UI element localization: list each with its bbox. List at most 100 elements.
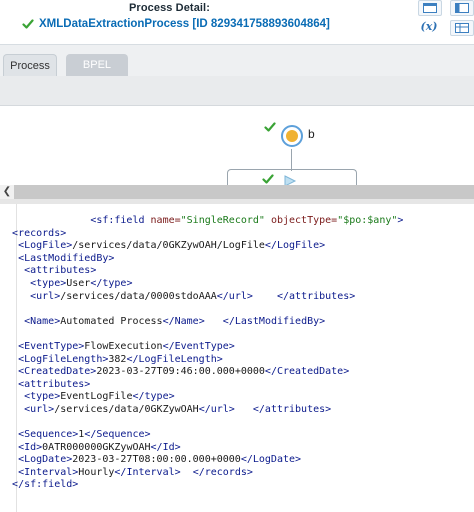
code-token: </Id> (150, 441, 181, 453)
code-token: </Name> (162, 315, 205, 327)
code-line: <LogFileLength>382</LogFileLength> (0, 354, 474, 367)
check-icon (262, 174, 274, 184)
code-token: <CreatedDate> (18, 366, 97, 378)
code-token: <Name> (24, 315, 61, 327)
code-line: </sf:field> (0, 479, 474, 492)
data-button[interactable] (450, 20, 474, 36)
code-token: "SingleRecord" (180, 215, 265, 226)
code-token: </LogFileLength> (126, 353, 223, 365)
code-line: <records> (0, 228, 474, 241)
code-token: <LogDate> (18, 454, 73, 466)
code-line: <Name>Automated Process</Name> </LastMod… (0, 316, 474, 329)
code-token: /services/data/0GKZywOAH (54, 403, 199, 415)
header: Process Detail: XMLDataExtractionProcess… (0, 0, 474, 44)
code-token: <url> (24, 403, 55, 415)
code-token: <EventType> (18, 340, 85, 352)
code-line: <attributes> (0, 265, 474, 278)
code-token: </Interval> (114, 466, 181, 478)
code-token: <Interval> (18, 466, 79, 478)
code-token: 2023-03-27T09:46:00.000+0000 (96, 366, 265, 378)
window-button[interactable] (418, 0, 442, 16)
code-token: </attributes> (252, 403, 332, 415)
code-token: <LogFile> (18, 240, 73, 252)
tab-bpel[interactable]: BPEL (66, 54, 128, 77)
code-line: <url>/services/data/0GKZywOAH</url> </at… (0, 404, 474, 417)
page-title: Process Detail: (129, 2, 210, 14)
panel-button[interactable] (450, 0, 474, 16)
table-icon (455, 23, 469, 33)
code-token: <Sequence> (18, 429, 79, 441)
code-token: 2023-03-27T08:00:00.000+0000 (72, 454, 241, 466)
code-token: name= (150, 215, 181, 226)
code-line: <type>User</type> (0, 278, 474, 291)
code-token: "$po:$any" (337, 215, 398, 226)
code-token: 0ATR000000GKZywOAH (42, 441, 151, 453)
variables-button[interactable]: (x) (416, 18, 442, 36)
check-icon (22, 19, 34, 29)
code-token: <type> (24, 391, 61, 403)
scroll-left-arrow-icon[interactable]: ❮ (0, 185, 14, 199)
code-token: </type> (90, 277, 133, 289)
xml-code-panel[interactable]: <sf:field name="SingleRecord" objectType… (0, 199, 474, 512)
code-line: <LastModifiedBy> (0, 253, 474, 266)
code-token: 382 (108, 353, 127, 365)
code-token: </EventType> (162, 340, 235, 352)
code-token: FlowExecution (84, 340, 163, 352)
code-token: <attributes> (18, 378, 91, 390)
code-token: EventLogFile (60, 391, 133, 403)
tab-process[interactable]: Process (3, 54, 57, 77)
connector-line (291, 149, 292, 171)
code-token: <records> (12, 227, 67, 239)
code-token: </LogFile> (264, 240, 326, 252)
code-line: <sf:field name="SingleRecord" objectType… (0, 215, 474, 228)
code-token: objectType= (264, 215, 338, 226)
code-token: Hourly (78, 466, 115, 478)
scrollbar-thumb[interactable] (14, 185, 474, 199)
horizontal-scrollbar[interactable]: ❮ (0, 185, 474, 199)
code-token: Automated Process (60, 315, 163, 327)
code-token: <url> (30, 290, 61, 302)
code-token: User (66, 277, 91, 289)
code-token: /services/data/0000stdoAAA (60, 290, 217, 302)
code-line: <LogDate>2023-03-27T08:00:00.000+0000</L… (0, 454, 474, 467)
code-token: </attributes> (276, 290, 356, 302)
code-token: <LastModifiedBy> (18, 252, 115, 264)
code-token: <attributes> (24, 265, 97, 277)
code-token: <Id> (18, 441, 43, 453)
process-detail-window: Process Detail: XMLDataExtractionProcess… (0, 0, 474, 512)
code-line: <LogFile>/services/data/0GKZywOAH/LogFil… (0, 240, 474, 253)
code-line: <EventType>FlowExecution</EventType> (0, 341, 474, 354)
code-line: <Interval>Hourly</Interval> </records> (0, 467, 474, 480)
code-token: </LogDate> (240, 454, 302, 466)
start-node[interactable] (281, 125, 303, 147)
code-token: </CreatedDate> (264, 366, 350, 378)
code-line: <attributes> (0, 379, 474, 392)
toolbar: (x) (412, 0, 474, 40)
process-name[interactable]: XMLDataExtractionProcess [ID 82934175889… (39, 18, 330, 30)
code-token: <sf:field (90, 215, 151, 226)
code-line: <CreatedDate>2023-03-27T09:46:00.000+000… (0, 366, 474, 379)
xml-code: <sf:field name="SingleRecord" objectType… (0, 215, 474, 492)
process-link[interactable]: XMLDataExtractionProcess [ID 82934175889… (22, 18, 330, 30)
code-token: > (397, 215, 404, 226)
code-token: </type> (132, 391, 175, 403)
code-token: </sf:field> (12, 479, 79, 491)
start-node-label: b (308, 127, 315, 141)
code-token: </records> (192, 466, 253, 478)
window-icon (423, 3, 437, 13)
code-line: <Id>0ATR000000GKZywOAH</Id> (0, 442, 474, 455)
code-token: </LastModifiedBy> (222, 315, 326, 327)
panel-icon (455, 3, 469, 13)
code-line: <Sequence>1</Sequence> (0, 429, 474, 442)
code-token: <type> (30, 277, 67, 289)
code-token: /services/data/0GKZywOAH/LogFile (72, 240, 265, 252)
code-token: </Sequence> (84, 429, 151, 441)
code-token: </url> (198, 403, 235, 415)
check-icon (264, 122, 276, 132)
